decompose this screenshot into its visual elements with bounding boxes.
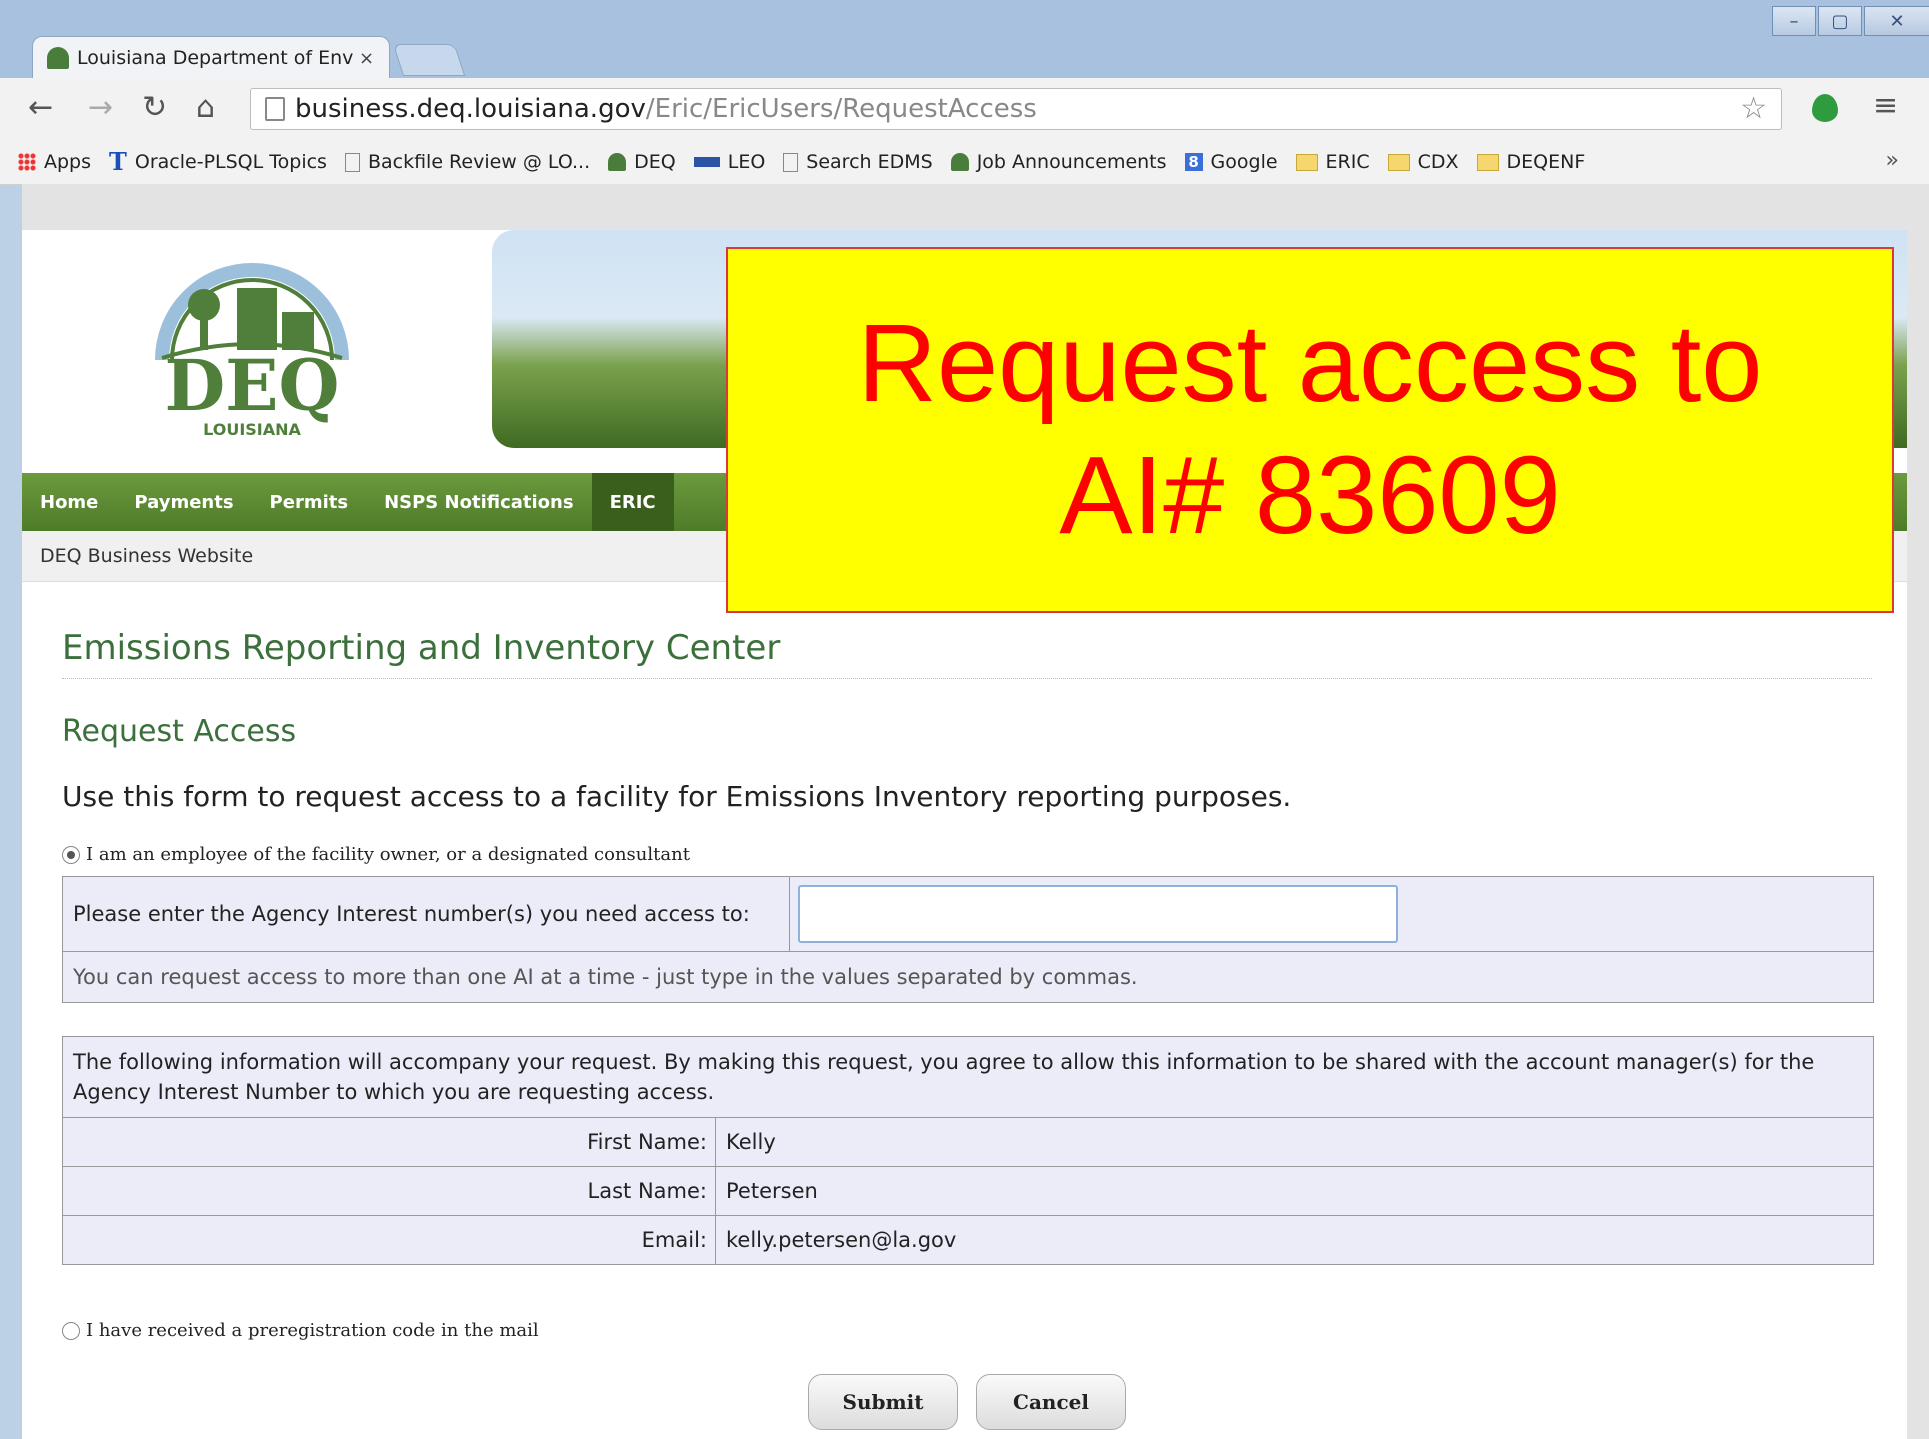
intro-text: Use this form to request access to a fac… (62, 780, 1292, 813)
tab-title: Louisiana Department of Env (77, 47, 354, 69)
deq-logo[interactable]: DEQ LOUISIANA (142, 250, 362, 450)
bookmark-job-announcements[interactable]: Job Announcements (950, 151, 1167, 173)
page-icon (265, 97, 285, 121)
browser-window: Louisiana Department of Env × – ▢ ✕ ← → … (0, 0, 1929, 1439)
email-label: Email: (63, 1216, 716, 1264)
bookmarks-more-icon[interactable]: » (1886, 148, 1899, 173)
submit-button[interactable]: Submit (808, 1374, 958, 1430)
forward-arrow-icon[interactable]: → (88, 90, 113, 125)
t-icon: T (109, 147, 127, 176)
first-name-label: First Name: (63, 1118, 716, 1166)
bookmark-google[interactable]: 8 Google (1184, 151, 1278, 173)
bookmark-eric[interactable]: ERIC (1295, 151, 1370, 173)
nav-home[interactable]: Home (22, 473, 116, 531)
deq-icon (608, 153, 627, 171)
tab-close-icon[interactable]: × (359, 48, 374, 69)
section-title: Request Access (62, 714, 297, 749)
logo-subtext: LOUISIANA (203, 420, 301, 439)
last-name-value: Petersen (726, 1179, 818, 1203)
bookmark-oracle[interactable]: T Oracle-PLSQL Topics (109, 147, 327, 176)
page-title: Emissions Reporting and Inventory Center (62, 628, 1872, 679)
ai-label: Please enter the Agency Interest number(… (63, 877, 790, 951)
browser-toolbar: ← → ↻ ⌂ business.deq.louisiana.gov /Eric… (0, 78, 1929, 141)
bookmark-leo[interactable]: LEO (693, 151, 765, 173)
bookmark-backfile[interactable]: Backfile Review @ LO... (344, 151, 590, 173)
nav-eric[interactable]: ERIC (591, 473, 674, 531)
browser-tab[interactable]: Louisiana Department of Env × (32, 36, 390, 79)
cancel-button[interactable]: Cancel (976, 1374, 1126, 1430)
callout-line-1: Request access to (857, 302, 1763, 425)
option-preregistration[interactable]: I have received a preregistration code i… (62, 1320, 539, 1341)
nav-permits[interactable]: Permits (252, 473, 367, 531)
minimize-icon[interactable]: – (1772, 6, 1816, 36)
bookmark-apps[interactable]: Apps (18, 151, 91, 173)
preregistration-radio[interactable] (62, 1321, 80, 1340)
table-row: Last Name: Petersen (63, 1167, 1873, 1216)
url-path: /Eric/EricUsers/RequestAccess (645, 94, 1037, 124)
ai-hint: You can request access to more than one … (73, 965, 1138, 989)
callout-line-2: AI# 83609 (1059, 434, 1561, 557)
extension-icon[interactable] (1812, 94, 1838, 122)
folder-icon (1476, 153, 1499, 171)
page-icon (783, 152, 799, 172)
info-note: The following information will accompany… (63, 1037, 1873, 1118)
table-row: First Name: Kelly (63, 1118, 1873, 1167)
back-arrow-icon[interactable]: ← (28, 90, 53, 125)
deq-favicon-icon (47, 47, 69, 69)
address-bar[interactable]: business.deq.louisiana.gov /Eric/EricUse… (250, 88, 1782, 130)
bookmark-search-edms[interactable]: Search EDMS (783, 151, 933, 173)
folder-icon (1387, 153, 1410, 171)
nav-nsps-notifications[interactable]: NSPS Notifications (366, 473, 591, 531)
preregistration-radio-label: I have received a preregistration code i… (86, 1320, 539, 1341)
maximize-icon[interactable]: ▢ (1818, 6, 1862, 36)
home-icon[interactable]: ⌂ (196, 90, 215, 125)
page-icon (344, 152, 360, 172)
star-icon[interactable]: ☆ (1740, 91, 1767, 126)
bookmark-cdx[interactable]: CDX (1387, 151, 1459, 173)
employee-radio-label: I am an employee of the facility owner, … (86, 844, 690, 865)
url-host: business.deq.louisiana.gov (295, 94, 646, 124)
ai-request-table: Please enter the Agency Interest number(… (62, 876, 1874, 1003)
google-icon: 8 (1184, 153, 1203, 171)
bookmark-deq[interactable]: DEQ (608, 151, 676, 173)
apps-grid-icon (18, 153, 36, 171)
new-tab-button[interactable] (392, 44, 466, 76)
employee-radio[interactable] (62, 845, 80, 864)
bookmarks-bar: Apps T Oracle-PLSQL Topics Backfile Revie… (0, 140, 1929, 185)
folder-icon (1295, 153, 1318, 171)
table-row: Email: kelly.petersen@la.gov (63, 1216, 1873, 1264)
bookmark-deqenf[interactable]: DEQENF (1476, 151, 1585, 173)
first-name-value: Kelly (726, 1130, 776, 1154)
user-info-table: The following information will accompany… (62, 1036, 1874, 1265)
annotation-callout: Request access to AI# 83609 (726, 247, 1894, 613)
leo-icon (693, 157, 720, 167)
email-value: kelly.petersen@la.gov (726, 1228, 957, 1252)
ai-number-input[interactable] (798, 885, 1398, 943)
logo-text: DEQ (164, 344, 339, 427)
reload-icon[interactable]: ↻ (142, 90, 167, 125)
close-icon[interactable]: ✕ (1864, 6, 1929, 36)
window-controls: – ▢ ✕ (1770, 6, 1929, 36)
last-name-label: Last Name: (63, 1167, 716, 1215)
tab-bar: Louisiana Department of Env × – ▢ ✕ (0, 0, 1929, 79)
breadcrumb-link[interactable]: DEQ Business Website (40, 545, 253, 567)
deq-icon (950, 153, 969, 171)
option-employee[interactable]: I am an employee of the facility owner, … (62, 844, 690, 865)
nav-payments[interactable]: Payments (116, 473, 251, 531)
menu-icon[interactable]: ≡ (1873, 88, 1898, 123)
